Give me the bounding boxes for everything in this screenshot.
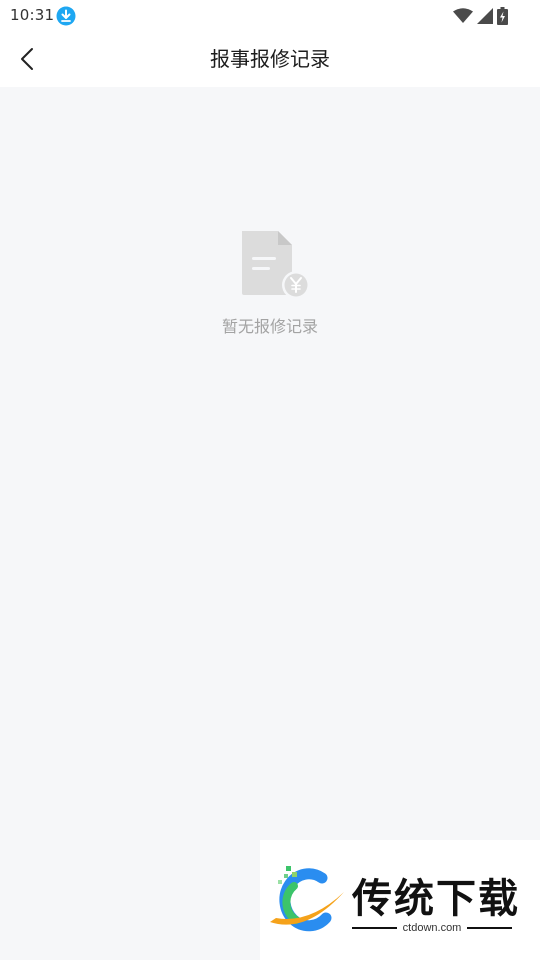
empty-state: 暂无报修记录 <box>0 227 540 337</box>
app-header: 报事报修记录 <box>0 32 540 87</box>
ctdown-logo <box>270 866 344 932</box>
page-title: 报事报修记录 <box>210 47 330 71</box>
watermark-line-left <box>352 927 397 929</box>
watermark-brand: 传统下载 <box>352 876 520 922</box>
status-time: 10:31 <box>10 6 55 24</box>
watermark: 传统下载 ctdown.com <box>260 840 540 960</box>
status-icons <box>453 6 508 26</box>
watermark-subtitle: ctdown.com <box>352 922 513 934</box>
back-button[interactable] <box>12 44 42 74</box>
status-bar: 10:31 <box>0 0 540 32</box>
download-icon <box>56 6 76 26</box>
empty-message: 暂无报修记录 <box>221 317 318 336</box>
watermark-line-right <box>467 927 513 929</box>
watermark-domain: ctdown.com <box>402 922 462 934</box>
battery-charging-icon <box>497 7 508 25</box>
signal-icon <box>477 8 493 24</box>
chevron-left-icon <box>21 48 33 70</box>
records-list-area: 暂无报修记录 <box>0 87 540 960</box>
document-yen-icon <box>242 231 310 299</box>
wifi-icon <box>453 8 473 23</box>
